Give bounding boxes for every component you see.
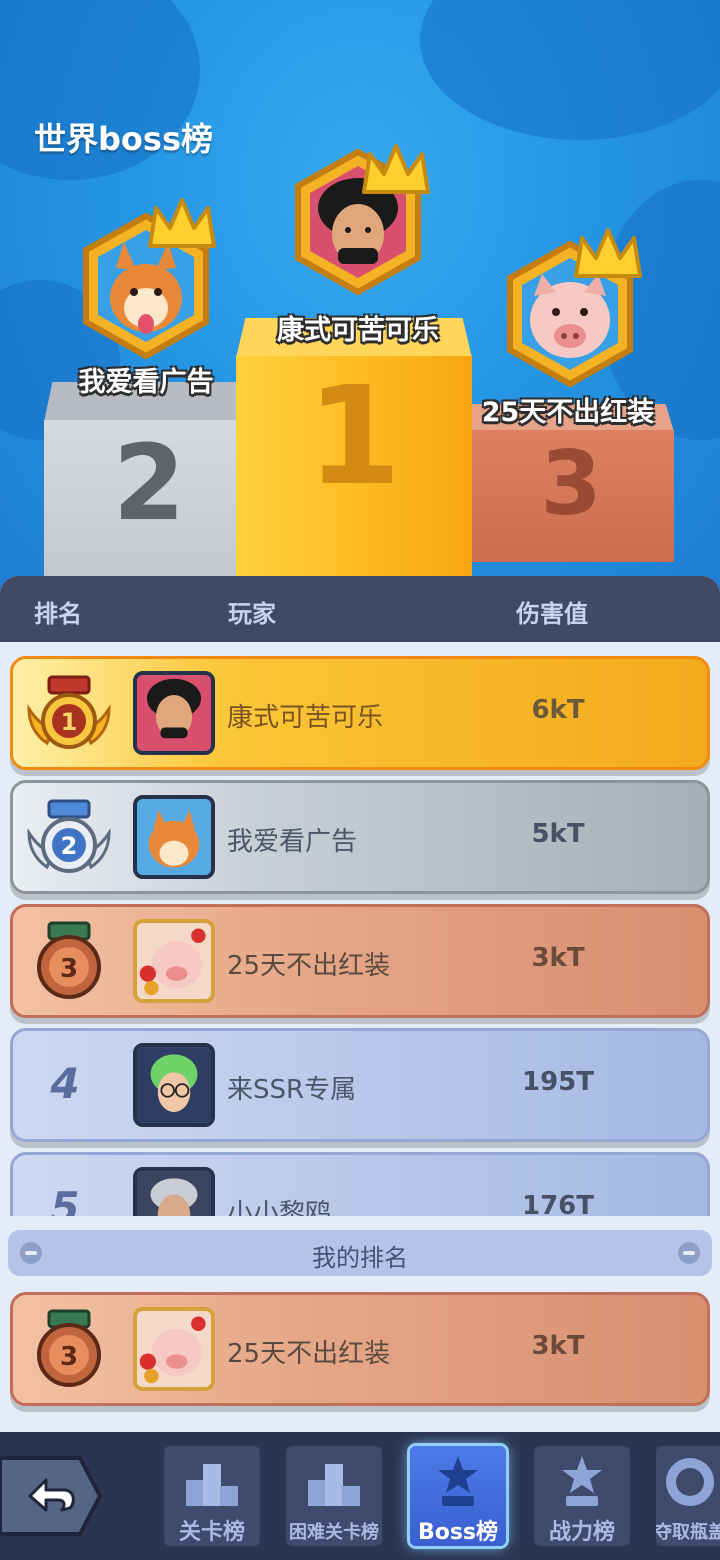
star-trophy-icon: [562, 1456, 602, 1506]
curly-hair-man-avatar[interactable]: [133, 671, 215, 755]
tab-label: Boss榜: [417, 1520, 499, 1545]
podium-icon: [308, 1464, 360, 1506]
festive-pig-avatar[interactable]: [133, 1307, 215, 1391]
tab-capture-caps[interactable]: 夺取瓶盖: [656, 1446, 720, 1546]
player-name: 25天不出红装: [227, 1339, 391, 1369]
tab-boss-rank[interactable]: Boss榜: [410, 1446, 506, 1546]
bottle-cap-icon: [666, 1458, 714, 1506]
rank-number: 5: [50, 1183, 80, 1216]
damage-value: 6kT: [531, 695, 585, 725]
medal-rank-text: 3: [60, 954, 78, 984]
podium-icon: [186, 1464, 238, 1506]
gold-medal-icon: 1: [27, 675, 111, 749]
back-arrow-icon[interactable]: [0, 1454, 102, 1538]
medal-rank-text: 2: [61, 832, 78, 860]
table-header: 排名 玩家 伤害值: [0, 576, 720, 642]
table-row[interactable]: 5 小小黎鸥 176T: [10, 1152, 710, 1216]
player-column-header: 玩家: [228, 600, 276, 628]
podium-area: 世界boss榜 2 3 1 我爱看广告 康式可苦可乐 25天不出红装: [0, 0, 720, 600]
festive-pig-avatar[interactable]: [133, 919, 215, 1003]
tab-label: 困难关卡榜: [289, 1522, 379, 1543]
table-row[interactable]: 3 25天不出红装 3kT: [10, 904, 710, 1018]
grey-hair-fighter-avatar[interactable]: [133, 1167, 215, 1216]
crown-icon: [148, 198, 216, 248]
my-rank-label: 我的排名: [312, 1244, 408, 1272]
tab-label: 战力榜: [548, 1520, 615, 1545]
tab-label: 关卡榜: [178, 1520, 245, 1545]
damage-value: 5kT: [531, 819, 585, 849]
podium-player-name: 25天不出红装: [481, 397, 655, 428]
leaderboard-panel: 排名 玩家 伤害值 1 康式可苦可乐 6kT 2 我爱看广告 5kT 3 25天…: [0, 576, 720, 1436]
player-name: 康式可苦可乐: [227, 703, 384, 733]
bronze-medal-icon: 3: [37, 1309, 101, 1387]
medal-rank-text: 3: [60, 1342, 78, 1372]
tab-stage-rank[interactable]: 关卡榜: [164, 1446, 260, 1546]
table-row[interactable]: 1 康式可苦可乐 6kT: [10, 656, 710, 770]
rank-number: 4: [50, 1059, 80, 1108]
medal-rank-text: 1: [61, 708, 78, 736]
podium-rank-number: 2: [112, 422, 186, 544]
player-name: 25天不出红装: [227, 951, 391, 981]
podium-player-name: 我爱看广告: [78, 367, 214, 398]
damage-column-header: 伤害值: [516, 600, 588, 628]
green-hair-girl-avatar[interactable]: [133, 1043, 215, 1127]
silver-medal-icon: 2: [27, 799, 111, 873]
podium-rank-number: 3: [540, 432, 602, 535]
player-name: 小小黎鸥: [227, 1199, 332, 1216]
leaderboard-list[interactable]: 1 康式可苦可乐 6kT 2 我爱看广告 5kT 3 25天不出红装 3kT 4…: [0, 656, 720, 1216]
crown-icon: [362, 144, 430, 194]
podium-second: 2: [44, 382, 254, 582]
podium-first: 1: [236, 318, 472, 588]
my-rank-row[interactable]: 3 25天不出红装 3kT: [10, 1292, 710, 1406]
shiba-dog-avatar[interactable]: [133, 795, 215, 879]
board-title: 世界boss榜: [34, 120, 213, 158]
podium-player-name: 康式可苦可乐: [277, 315, 439, 346]
paint-splash: [420, 0, 720, 140]
player-name: 我爱看广告: [227, 827, 358, 857]
damage-value: 195T: [521, 1067, 594, 1097]
my-rank-divider: 我的排名: [8, 1230, 712, 1276]
damage-value: 3kT: [531, 943, 585, 973]
bronze-medal-icon: 3: [37, 921, 101, 999]
damage-value: 176T: [521, 1191, 594, 1216]
rank-column-header: 排名: [34, 600, 82, 628]
bottom-nav: 关卡榜 困难关卡榜 Boss榜 战力榜 夺取瓶盖: [0, 1432, 720, 1560]
table-row[interactable]: 2 我爱看广告 5kT: [10, 780, 710, 894]
tab-power-rank[interactable]: 战力榜: [534, 1446, 630, 1546]
damage-value: 3kT: [531, 1331, 585, 1361]
podium-rank-number: 1: [306, 358, 402, 516]
player-name: 来SSR专属: [227, 1075, 357, 1105]
table-row[interactable]: 4 来SSR专属 195T: [10, 1028, 710, 1142]
tab-hard-stage-rank[interactable]: 困难关卡榜: [286, 1446, 382, 1546]
minus-icon: [678, 1242, 700, 1264]
crown-icon: [574, 228, 642, 278]
star-trophy-icon: [438, 1456, 478, 1506]
tab-label: 夺取瓶盖: [656, 1522, 720, 1543]
